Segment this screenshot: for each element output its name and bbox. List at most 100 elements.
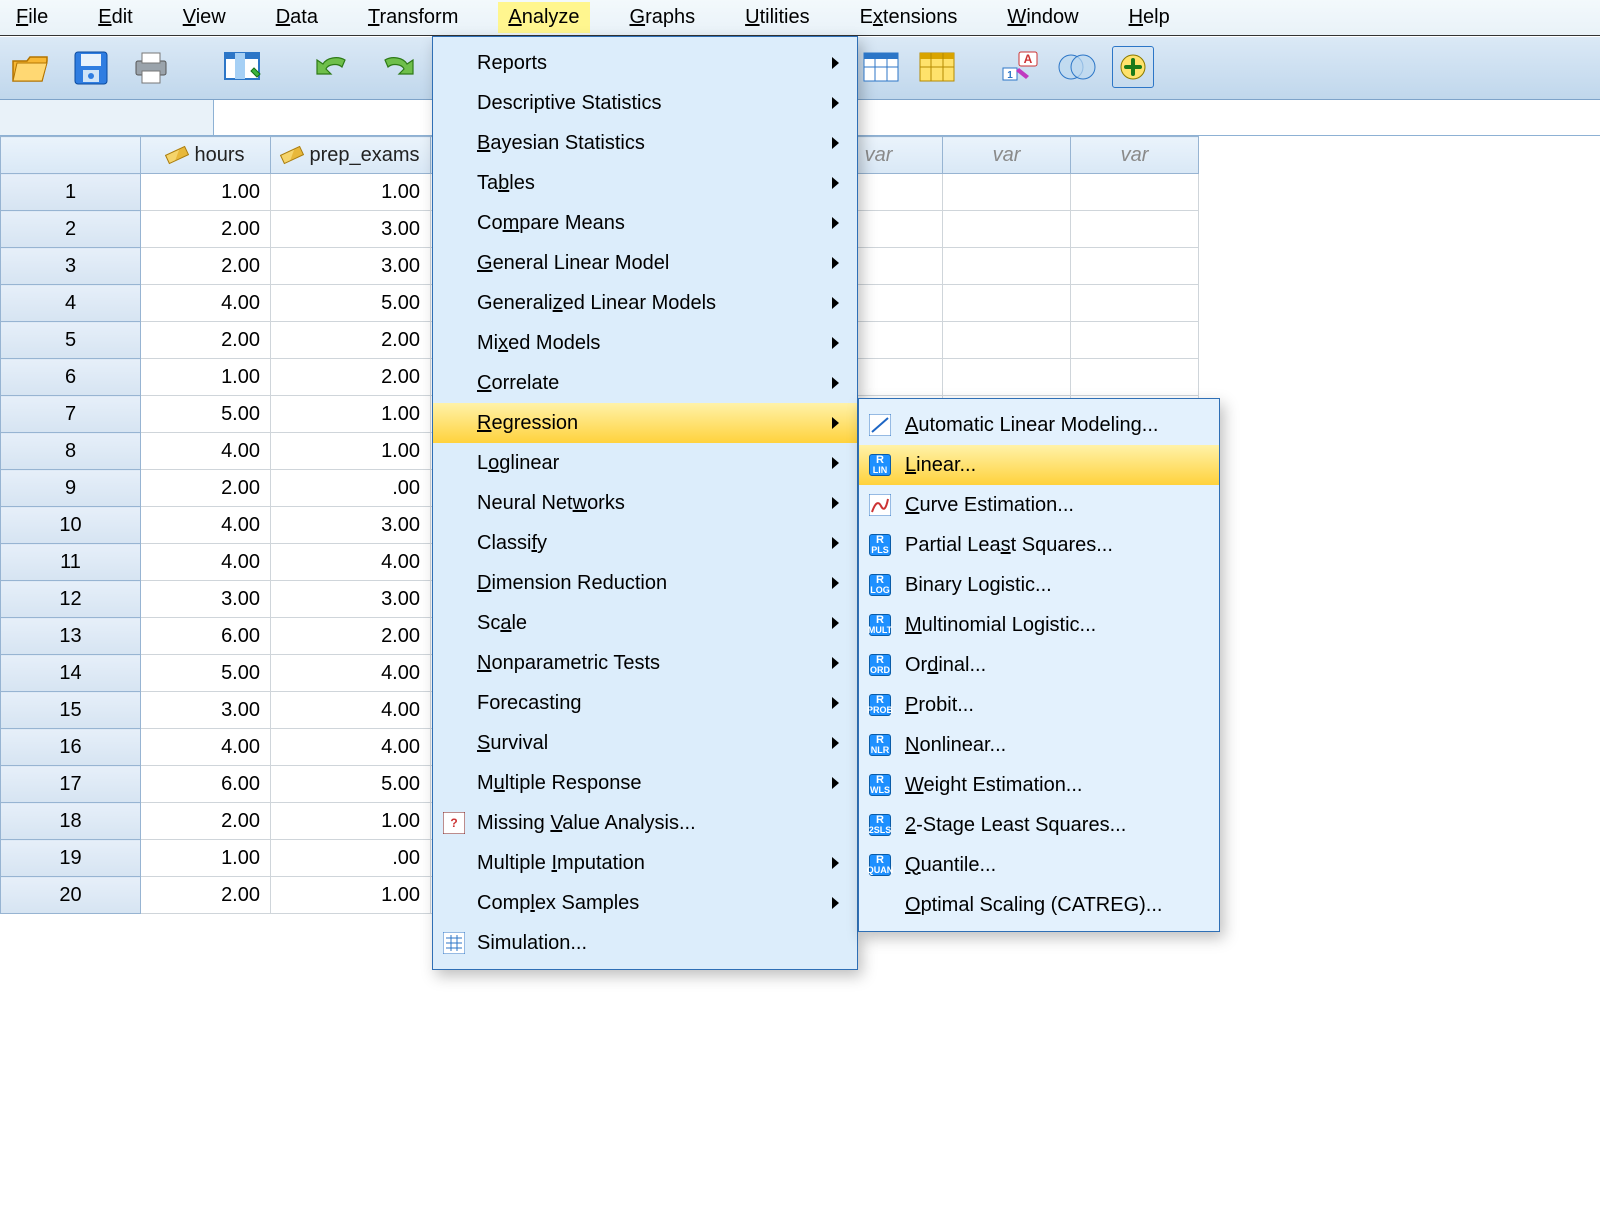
menu-graphs[interactable]: Graphs bbox=[620, 2, 706, 33]
cell-empty[interactable] bbox=[943, 248, 1071, 285]
analyze-mixed-models[interactable]: Mixed Models bbox=[433, 323, 857, 363]
column-var[interactable]: var bbox=[1071, 137, 1199, 174]
row-header[interactable]: 16 bbox=[1, 729, 141, 766]
cell-prep-exams[interactable]: 5.00 bbox=[271, 285, 431, 322]
row-header[interactable]: 11 bbox=[1, 544, 141, 581]
cell-hours[interactable]: 4.00 bbox=[141, 729, 271, 766]
regression-optimal-scaling-catreg[interactable]: Optimal Scaling (CATREG)... bbox=[859, 885, 1219, 925]
cell-prep-exams[interactable]: 4.00 bbox=[271, 692, 431, 729]
analyze-multiple-response[interactable]: Multiple Response bbox=[433, 763, 857, 803]
cell-prep-exams[interactable]: 5.00 bbox=[271, 766, 431, 803]
analyze-multiple-imputation[interactable]: Multiple Imputation bbox=[433, 843, 857, 883]
row-header[interactable]: 18 bbox=[1, 803, 141, 840]
cell-hours[interactable]: 4.00 bbox=[141, 507, 271, 544]
cell-prep-exams[interactable]: .00 bbox=[271, 840, 431, 877]
cell-empty[interactable] bbox=[1071, 248, 1199, 285]
analyze-loglinear[interactable]: Loglinear bbox=[433, 443, 857, 483]
cell-prep-exams[interactable]: 1.00 bbox=[271, 433, 431, 470]
menu-view[interactable]: View bbox=[173, 2, 236, 33]
analyze-regression[interactable]: Regression bbox=[433, 403, 857, 443]
undo-button[interactable] bbox=[314, 47, 356, 89]
cell-hours[interactable]: 2.00 bbox=[141, 322, 271, 359]
cell-empty[interactable] bbox=[943, 322, 1071, 359]
regression-submenu[interactable]: Automatic Linear Modeling...RLINLinear..… bbox=[858, 398, 1220, 932]
cell-prep-exams[interactable]: 3.00 bbox=[271, 211, 431, 248]
redo-button[interactable] bbox=[374, 47, 416, 89]
row-header[interactable]: 4 bbox=[1, 285, 141, 322]
row-header[interactable]: 14 bbox=[1, 655, 141, 692]
cell-hours[interactable]: 4.00 bbox=[141, 544, 271, 581]
analyze-tables[interactable]: Tables bbox=[433, 163, 857, 203]
regression-weight-estimation[interactable]: RWLSWeight Estimation... bbox=[859, 765, 1219, 805]
regression-multinomial-logistic[interactable]: RMULTMultinomial Logistic... bbox=[859, 605, 1219, 645]
sets-button[interactable] bbox=[1056, 46, 1098, 88]
analyze-survival[interactable]: Survival bbox=[433, 723, 857, 763]
row-header[interactable]: 3 bbox=[1, 248, 141, 285]
analyze-forecasting[interactable]: Forecasting bbox=[433, 683, 857, 723]
cell-empty[interactable] bbox=[943, 359, 1071, 396]
cell-prep-exams[interactable]: 4.00 bbox=[271, 729, 431, 766]
column-prep_exams[interactable]: prep_exams bbox=[271, 137, 431, 174]
analyze-missing-value-analysis[interactable]: ?Missing Value Analysis... bbox=[433, 803, 857, 843]
grid-icon-1[interactable] bbox=[860, 46, 902, 88]
cell-prep-exams[interactable]: 2.00 bbox=[271, 322, 431, 359]
cell-prep-exams[interactable]: .00 bbox=[271, 470, 431, 507]
cell-empty[interactable] bbox=[1071, 359, 1199, 396]
formula-bar[interactable] bbox=[214, 100, 1600, 135]
cell-prep-exams[interactable]: 1.00 bbox=[271, 877, 431, 914]
regression-automatic-linear-modeling[interactable]: Automatic Linear Modeling... bbox=[859, 405, 1219, 445]
menu-file[interactable]: File bbox=[6, 2, 58, 33]
row-header[interactable]: 12 bbox=[1, 581, 141, 618]
analyze-general-linear-model[interactable]: General Linear Model bbox=[433, 243, 857, 283]
row-header[interactable]: 20 bbox=[1, 877, 141, 914]
analyze-scale[interactable]: Scale bbox=[433, 603, 857, 643]
analyze-generalized-linear-models[interactable]: Generalized Linear Models bbox=[433, 283, 857, 323]
cell-prep-exams[interactable]: 1.00 bbox=[271, 803, 431, 840]
row-header[interactable]: 7 bbox=[1, 396, 141, 433]
cell-prep-exams[interactable]: 2.00 bbox=[271, 359, 431, 396]
analyze-complex-samples[interactable]: Complex Samples bbox=[433, 883, 857, 923]
regression-curve-estimation[interactable]: Curve Estimation... bbox=[859, 485, 1219, 525]
menu-edit[interactable]: Edit bbox=[88, 2, 142, 33]
row-header[interactable]: 1 bbox=[1, 174, 141, 211]
cell-prep-exams[interactable]: 4.00 bbox=[271, 655, 431, 692]
cell-prep-exams[interactable]: 4.00 bbox=[271, 544, 431, 581]
analyze-correlate[interactable]: Correlate bbox=[433, 363, 857, 403]
cell-hours[interactable]: 1.00 bbox=[141, 174, 271, 211]
cell-hours[interactable]: 3.00 bbox=[141, 692, 271, 729]
regression-2-stage-least-squares[interactable]: R2SLS2-Stage Least Squares... bbox=[859, 805, 1219, 845]
row-header[interactable]: 5 bbox=[1, 322, 141, 359]
row-header[interactable]: 9 bbox=[1, 470, 141, 507]
menu-window[interactable]: Window bbox=[997, 2, 1088, 33]
cell-prep-exams[interactable]: 3.00 bbox=[271, 507, 431, 544]
cell-empty[interactable] bbox=[943, 174, 1071, 211]
regression-ordinal[interactable]: RORDOrdinal... bbox=[859, 645, 1219, 685]
cell-hours[interactable]: 4.00 bbox=[141, 285, 271, 322]
menu-data[interactable]: Data bbox=[266, 2, 328, 33]
data-view-button[interactable] bbox=[222, 47, 264, 89]
cell-hours[interactable]: 6.00 bbox=[141, 766, 271, 803]
cell-empty[interactable] bbox=[943, 285, 1071, 322]
row-header[interactable]: 10 bbox=[1, 507, 141, 544]
row-header[interactable]: 19 bbox=[1, 840, 141, 877]
cell-prep-exams[interactable]: 1.00 bbox=[271, 174, 431, 211]
row-header[interactable]: 13 bbox=[1, 618, 141, 655]
column-var[interactable]: var bbox=[943, 137, 1071, 174]
regression-nonlinear[interactable]: RNLRNonlinear... bbox=[859, 725, 1219, 765]
row-header[interactable]: 17 bbox=[1, 766, 141, 803]
cell-hours[interactable]: 2.00 bbox=[141, 248, 271, 285]
cell-empty[interactable] bbox=[1071, 211, 1199, 248]
cell-empty[interactable] bbox=[1071, 322, 1199, 359]
analyze-menu[interactable]: ReportsDescriptive StatisticsBayesian St… bbox=[432, 36, 858, 970]
cell-hours[interactable]: 5.00 bbox=[141, 396, 271, 433]
row-header[interactable]: 8 bbox=[1, 433, 141, 470]
menu-analyze[interactable]: Analyze bbox=[498, 2, 589, 33]
cell-empty[interactable] bbox=[943, 211, 1071, 248]
print-button[interactable] bbox=[130, 47, 172, 89]
cell-hours[interactable]: 1.00 bbox=[141, 359, 271, 396]
cell-hours[interactable]: 6.00 bbox=[141, 618, 271, 655]
save-button[interactable] bbox=[70, 47, 112, 89]
menu-utilities[interactable]: Utilities bbox=[735, 2, 819, 33]
analyze-dimension-reduction[interactable]: Dimension Reduction bbox=[433, 563, 857, 603]
row-header[interactable]: 6 bbox=[1, 359, 141, 396]
